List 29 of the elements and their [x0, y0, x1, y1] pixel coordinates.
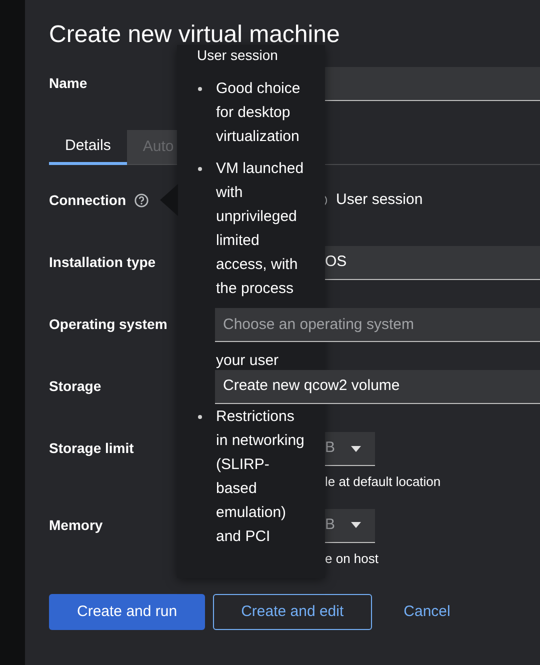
installation-type-select[interactable]: OS [325, 246, 540, 280]
field-label: Operating system [49, 316, 168, 332]
help-icon[interactable] [134, 192, 149, 208]
unit-select[interactable]: B [325, 432, 375, 466]
storage-select[interactable]: Create new qcow2 volume [215, 370, 540, 404]
operating-system-field[interactable]: Choose an operating system [215, 308, 540, 342]
caret-icon [351, 522, 361, 528]
popover-text: Restrictions in networking (SLIRP-based emulation) and PCI [216, 407, 305, 547]
radio-label: User session [336, 190, 423, 210]
popover-text: VM launched with unprivileged limited access, with the process [216, 159, 305, 299]
caret-icon [351, 446, 361, 452]
field-label: Name [49, 75, 88, 91]
name-input[interactable] [325, 67, 540, 101]
field-label: Connection [49, 190, 126, 210]
helper-text: le at default location [325, 473, 441, 491]
field-label: Memory [49, 516, 103, 532]
cancel-link[interactable]: Cancel [380, 594, 474, 630]
field-label: Storage [49, 378, 102, 394]
popover-text: your user [216, 351, 280, 371]
bullet-icon [198, 87, 202, 91]
field-label: Storage limit [49, 440, 134, 456]
unit-select[interactable]: B [325, 508, 375, 542]
field-label: Installation type [49, 254, 156, 270]
bullet-icon [198, 167, 202, 171]
popover-text: Good choice for desktop virtualization [216, 79, 302, 147]
action-button[interactable]: Create and run [49, 594, 206, 630]
bullet-icon [198, 415, 202, 419]
action-button[interactable]: Create and edit [213, 594, 372, 630]
helper-text: e on host [325, 550, 378, 568]
